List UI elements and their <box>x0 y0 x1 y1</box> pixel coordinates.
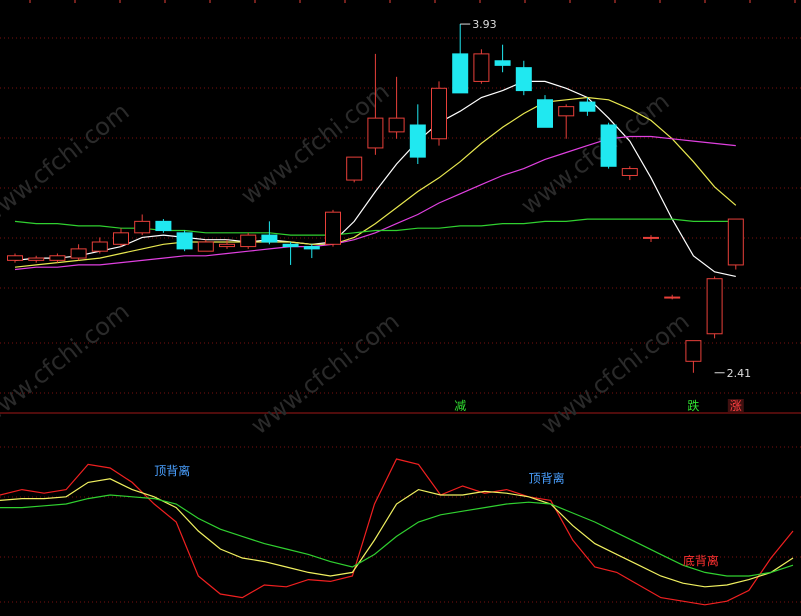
series-line-osc_fast <box>0 458 794 606</box>
candle-body <box>537 99 553 128</box>
candle-body <box>325 211 341 245</box>
signal-label: 涨 <box>730 398 742 413</box>
price-annotation-label: 3.93 <box>472 18 497 31</box>
watermarks: www.cfchi.com www.cfchi.com www.cfchi.com w… <box>0 77 695 440</box>
candle-body <box>643 236 659 239</box>
candle <box>49 253 66 263</box>
divergence-label: 顶背离 <box>529 470 565 485</box>
watermark-text: www.cfchi.com <box>536 307 695 440</box>
candle-body <box>261 234 278 243</box>
candle-body <box>49 255 66 261</box>
price-annotation-label: 2.41 <box>727 367 752 380</box>
candle-body <box>28 257 45 261</box>
candle <box>515 60 532 96</box>
stock-chart-window: www.cfchi.com www.cfchi.com www.cfchi.com w… <box>0 0 801 616</box>
candle-body <box>621 168 638 176</box>
series-line-osc_mid <box>0 478 794 588</box>
series-line-osc_slow <box>0 494 794 577</box>
candle-body <box>685 340 702 362</box>
candle-body <box>558 106 575 117</box>
candle <box>643 235 659 242</box>
candle <box>600 122 617 169</box>
candle-body <box>91 241 108 252</box>
watermark-text: www.cfchi.com <box>0 297 135 430</box>
divergence-label: 顶背离 <box>154 463 190 478</box>
candle <box>431 81 447 146</box>
candle <box>70 244 87 261</box>
candle-body <box>409 124 426 158</box>
candle <box>621 166 638 181</box>
candle-body <box>452 53 469 94</box>
candle <box>452 24 469 94</box>
candle-body <box>282 243 299 248</box>
watermark-text: www.cfchi.com <box>0 97 135 230</box>
candle-body <box>113 232 129 245</box>
candle-body <box>388 117 405 133</box>
candle <box>727 218 744 270</box>
candle <box>219 239 235 249</box>
stock-chart-canvas[interactable]: www.cfchi.com www.cfchi.com www.cfchi.com w… <box>0 0 801 616</box>
candle-body <box>727 218 744 266</box>
candle-body <box>70 248 87 259</box>
candle <box>7 253 23 263</box>
candle <box>579 97 596 116</box>
series-line-ma20 <box>14 135 736 271</box>
candle-body <box>494 60 511 66</box>
candle-body <box>346 156 363 181</box>
candle <box>664 294 681 300</box>
candle <box>134 214 151 236</box>
candle <box>388 76 405 139</box>
candle <box>473 49 490 84</box>
candle-body <box>176 232 193 250</box>
candle <box>494 44 511 73</box>
candle-body <box>579 101 596 112</box>
candle <box>303 244 320 259</box>
candle <box>113 228 129 247</box>
candle <box>558 104 575 139</box>
candle <box>685 340 702 373</box>
candle-body <box>431 87 447 140</box>
candle <box>240 232 257 249</box>
candle-body <box>600 124 617 167</box>
candle <box>325 209 341 247</box>
candle-body <box>706 278 723 335</box>
candle <box>176 230 193 252</box>
divergence-label: 底背离 <box>683 553 719 568</box>
candle-body <box>367 117 384 149</box>
candle-body <box>197 241 214 252</box>
candle-body <box>515 67 532 92</box>
candle-body <box>155 220 172 232</box>
candle <box>409 104 426 164</box>
candle-body <box>473 53 490 82</box>
candle <box>537 95 553 128</box>
candle-body <box>240 234 257 248</box>
candle-body <box>7 255 23 261</box>
oscillator-lines <box>0 458 794 606</box>
candle <box>28 255 45 263</box>
candle-body <box>664 296 681 299</box>
candle-body <box>134 220 151 234</box>
signal-label: 跌 <box>687 398 699 413</box>
candle <box>346 156 363 183</box>
candle-body <box>303 246 320 250</box>
candle <box>706 276 723 339</box>
candle <box>155 219 172 233</box>
candle-body <box>219 243 235 248</box>
candle <box>282 242 299 265</box>
watermark-text: www.cfchi.com <box>246 307 405 440</box>
signal-label: 减 <box>454 399 466 413</box>
candle <box>91 237 108 254</box>
